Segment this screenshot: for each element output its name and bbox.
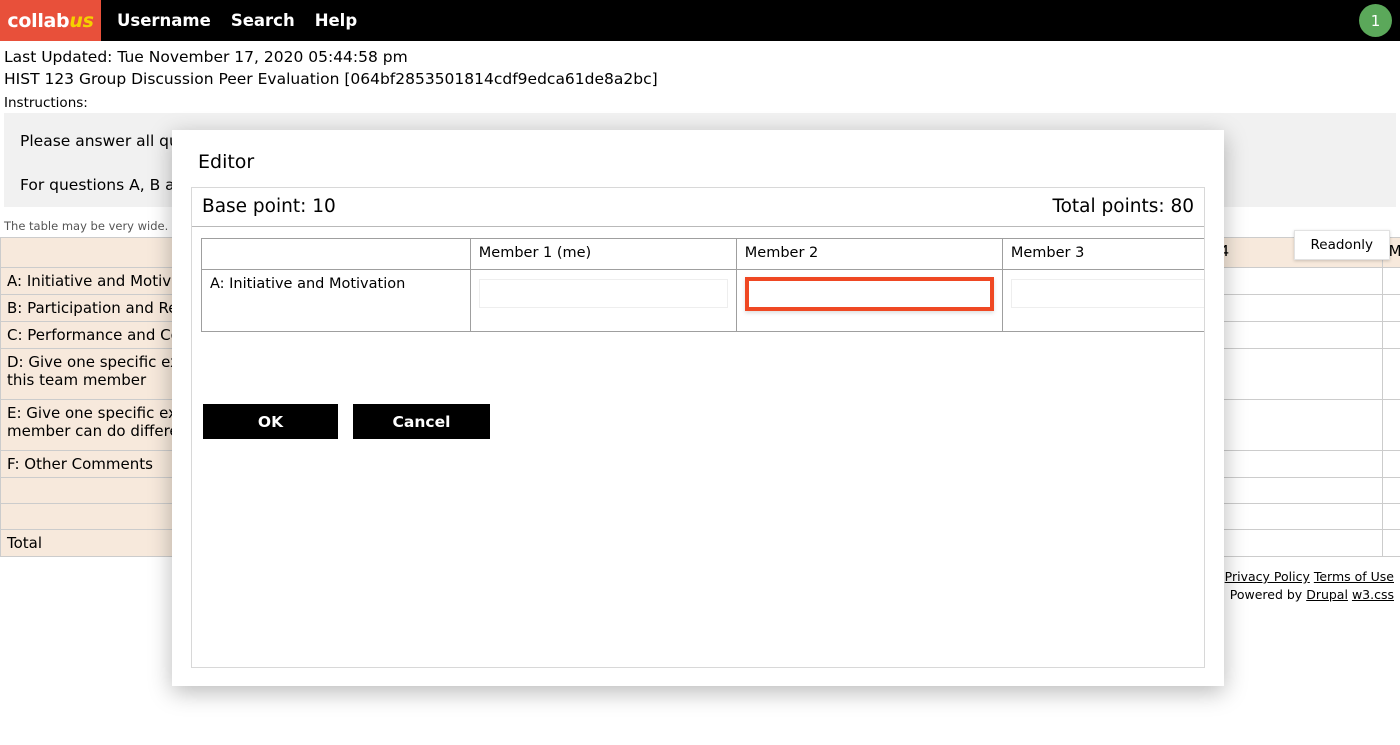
points-bar: Base point: 10 Total points: 80 — [192, 188, 1204, 227]
cancel-button[interactable]: Cancel — [353, 404, 490, 439]
modal-cell-member-1[interactable] — [469, 269, 737, 332]
score-input-member-1[interactable] — [478, 279, 728, 308]
editor-modal: Editor Base point: 10 Total points: 80 M… — [172, 130, 1224, 686]
modal-header-cell-blank — [201, 238, 471, 270]
base-point-label: Base point: 10 — [202, 196, 336, 217]
ok-button[interactable]: OK — [203, 404, 338, 439]
modal-overlay: Editor Base point: 10 Total points: 80 M… — [0, 0, 1400, 745]
modal-header-cell-member-3: Member 3 — [1001, 238, 1204, 270]
modal-cell-member-3[interactable] — [1001, 269, 1204, 332]
modal-header-cell-member-2: Member 2 — [735, 238, 1003, 270]
modal-table-scroll[interactable]: Member 1 (me) Member 2 Member 3 Member 4… — [192, 227, 1204, 332]
modal-editor-table: Member 1 (me) Member 2 Member 3 Member 4… — [201, 238, 1204, 332]
modal-header-cell-member-1: Member 1 (me) — [469, 238, 737, 270]
modal-body: Base point: 10 Total points: 80 Member 1… — [191, 187, 1205, 668]
modal-cell-member-2[interactable] — [735, 269, 1003, 332]
modal-table-row: A: Initiative and Motivation — [201, 269, 1204, 332]
modal-header-row: Member 1 (me) Member 2 Member 3 Member 4… — [201, 238, 1204, 270]
score-input-member-2[interactable] — [744, 277, 994, 311]
modal-row-label: A: Initiative and Motivation — [201, 269, 471, 332]
modal-action-buttons: OK Cancel — [203, 404, 490, 439]
modal-table-head: Member 1 (me) Member 2 Member 3 Member 4… — [201, 238, 1204, 270]
total-points-label: Total points: 80 — [1052, 196, 1194, 217]
modal-table-body: A: Initiative and Motivation — [201, 269, 1204, 332]
modal-title: Editor — [198, 151, 255, 173]
score-input-member-3[interactable] — [1010, 279, 1204, 308]
